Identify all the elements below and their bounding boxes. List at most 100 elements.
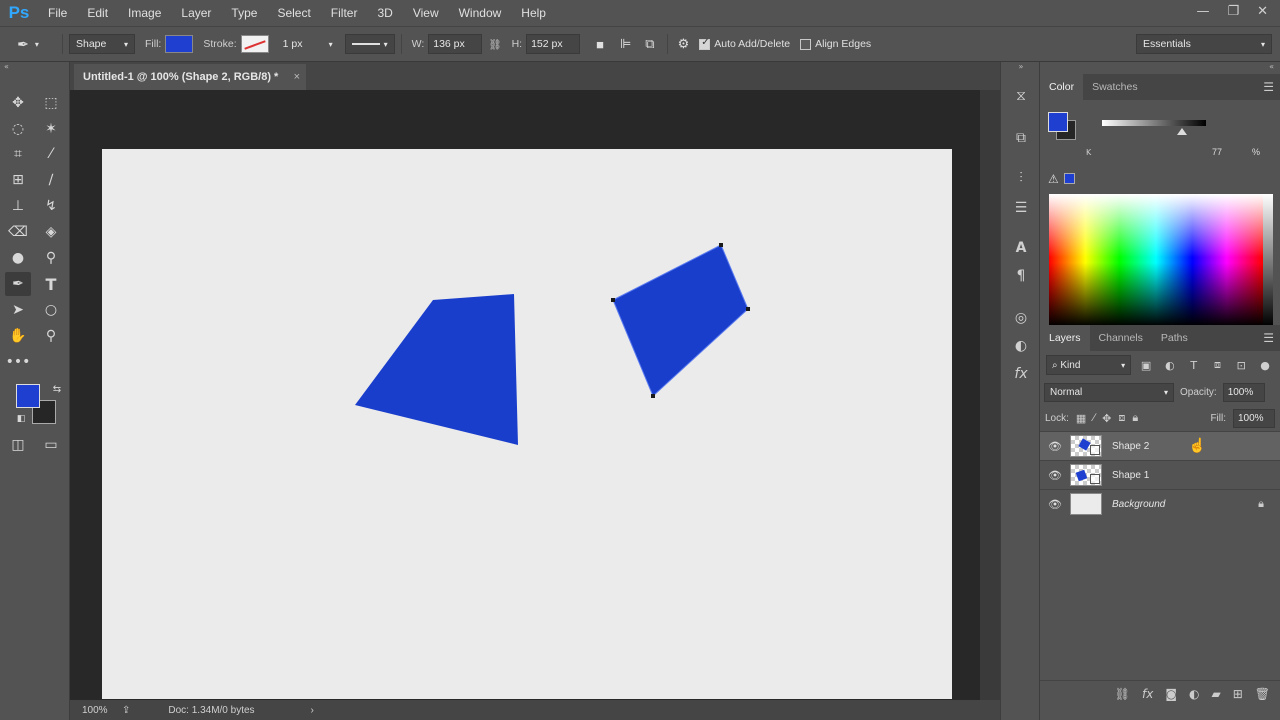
lock-transparent-icon[interactable]: ▦ (1076, 412, 1086, 425)
layer-row-shape-2[interactable]: 👁︎ Shape 2 ☝ (1040, 431, 1280, 460)
eraser-tool-icon[interactable]: ⌫ (5, 220, 31, 244)
pen-tool-icon[interactable]: ✒ (5, 272, 31, 296)
history-icon[interactable]: ⧖ (1009, 84, 1033, 108)
menu-3d[interactable]: 3D (367, 6, 402, 20)
new-adjustment-layer-icon[interactable]: ◐ (1189, 687, 1199, 701)
tab-layers[interactable]: Layers (1040, 325, 1090, 351)
foreground-color[interactable] (16, 384, 40, 408)
canvas[interactable] (102, 149, 952, 699)
brush-presets-icon[interactable]: ⫶ (1009, 166, 1033, 190)
paint-bucket-tool-icon[interactable]: ◈ (38, 220, 64, 244)
document-tab[interactable]: Untitled-1 @ 100% (Shape 2, RGB/8) * × (74, 64, 306, 90)
tab-swatches[interactable]: Swatches (1083, 74, 1147, 100)
hand-tool-icon[interactable]: ✋ (5, 324, 31, 348)
lock-artboard-icon[interactable]: ⧈ (1118, 412, 1125, 425)
healing-brush-tool-icon[interactable]: ⊞ (5, 168, 31, 192)
quick-mask-icon[interactable]: ◫ (5, 433, 31, 457)
link-layers-icon[interactable]: ⛓ (1115, 687, 1130, 701)
k-slider[interactable] (1102, 120, 1206, 126)
align-edges-checkbox[interactable] (800, 38, 812, 50)
gear-icon[interactable]: ⚙ (678, 36, 690, 52)
tab-paths[interactable]: Paths (1152, 325, 1197, 351)
shape-2[interactable] (613, 245, 748, 396)
fx-icon[interactable]: fx (1142, 687, 1153, 701)
path-alignment-icon[interactable]: ⊫ (620, 36, 631, 52)
zoom-tool-icon[interactable]: ⚲ (38, 324, 64, 348)
stroke-swatch[interactable] (240, 35, 269, 53)
link-icon[interactable]: ⛓ (488, 38, 501, 51)
menu-file[interactable]: File (38, 6, 77, 20)
type-filter-icon[interactable]: T (1185, 359, 1203, 372)
close-tab-icon[interactable]: × (294, 71, 300, 83)
brush-tool-icon[interactable]: ∕ (38, 168, 64, 192)
layer-name[interactable]: Shape 1 (1112, 470, 1149, 481)
menu-type[interactable]: Type (221, 6, 267, 20)
stroke-type-dropdown[interactable]: ▾ (344, 34, 395, 54)
menu-window[interactable]: Window (449, 6, 512, 20)
path-selection-tool-icon[interactable]: ➤ (5, 298, 31, 322)
menu-layer[interactable]: Layer (171, 6, 221, 20)
height-input[interactable]: 152 px (526, 34, 581, 54)
tool-mode-dropdown[interactable]: Shape ▾ (69, 34, 135, 54)
paragraph-icon[interactable]: ¶ (1009, 264, 1033, 288)
clone-stamp-tool-icon[interactable]: ⊥ (5, 194, 31, 218)
swap-colors-icon[interactable]: ⇆ (44, 377, 70, 401)
menu-edit[interactable]: Edit (77, 6, 118, 20)
smart-object-filter-icon[interactable]: ⊡ (1232, 359, 1250, 372)
k-value[interactable]: 77 (1212, 147, 1222, 157)
lock-icon[interactable]: 🔒︎ (1258, 498, 1264, 511)
character-icon[interactable]: A (1009, 236, 1033, 260)
kind-filter-dropdown[interactable]: ⌕ Kind ▾ (1046, 355, 1132, 375)
visibility-eye-icon[interactable]: 👁︎ (1040, 498, 1070, 511)
shape-1[interactable] (355, 294, 518, 445)
tab-color[interactable]: Color (1040, 74, 1084, 100)
tab-channels[interactable]: Channels (1090, 325, 1152, 351)
warning-icon[interactable]: ⚠ (1048, 172, 1059, 186)
magic-wand-tool-icon[interactable]: ✶ (38, 117, 64, 141)
properties-icon[interactable]: ⧉ (1009, 126, 1033, 150)
auto-add-delete-checkbox[interactable] (699, 37, 711, 50)
shape-filter-icon[interactable]: ⧈ (1209, 358, 1227, 372)
path-arrangement-icon[interactable]: ⧉ (645, 36, 654, 52)
layer-row-shape-1[interactable]: 👁︎ Shape 1 (1040, 460, 1280, 489)
lock-position-icon[interactable]: ✥ (1102, 412, 1111, 425)
blend-mode-dropdown[interactable]: Normal ▾ (1044, 382, 1174, 402)
web-safe-swatch[interactable] (1064, 173, 1075, 184)
crop-tool-icon[interactable]: ⌗ (5, 142, 31, 166)
fill-swatch[interactable] (165, 35, 194, 53)
marquee-tool-icon[interactable]: ⬚ (38, 91, 64, 115)
fill-input[interactable]: 100% (1233, 408, 1275, 428)
collapse-arrows-icon[interactable]: « (1040, 62, 1280, 74)
move-tool-icon[interactable]: ✥ (5, 91, 31, 115)
history-brush-tool-icon[interactable]: ↯ (38, 194, 64, 218)
collapse-arrows-icon[interactable]: » (1001, 62, 1041, 74)
default-colors-icon[interactable]: ◧ (8, 407, 34, 431)
adjustments-icon[interactable]: ☰ (1009, 196, 1033, 220)
visibility-eye-icon[interactable]: 👁︎ (1040, 440, 1070, 453)
lock-pixels-icon[interactable]: ∕ (1093, 412, 1095, 424)
layer-name[interactable]: Shape 2 (1112, 441, 1149, 452)
status-menu-arrow-icon[interactable]: › (311, 705, 314, 716)
vertical-scrollbar[interactable] (980, 90, 1000, 700)
anchor-point[interactable] (719, 243, 723, 247)
lock-all-icon[interactable]: 🔒︎ (1132, 412, 1138, 425)
restore-icon[interactable]: ❐ (1227, 4, 1239, 19)
anchor-point[interactable] (746, 307, 750, 311)
ellipse-tool-icon[interactable]: ○ (38, 298, 64, 322)
tool-preset-picker[interactable]: ✒ ▾ (0, 36, 56, 53)
pixel-filter-icon[interactable]: ▣ (1137, 359, 1155, 372)
add-mask-icon[interactable]: ◙ (1165, 687, 1177, 701)
collapse-arrows-icon[interactable]: « (0, 62, 69, 74)
layer-row-background[interactable]: 👁︎ Background 🔒︎ (1040, 489, 1280, 518)
fx-icon[interactable]: fx (1009, 362, 1033, 386)
more-tools-icon[interactable]: ••• (5, 350, 31, 374)
layer-name[interactable]: Background (1112, 499, 1165, 510)
close-icon[interactable]: ✕ (1257, 4, 1268, 19)
panel-menu-icon[interactable]: ☰ (1263, 80, 1274, 94)
minimize-icon[interactable]: — (1196, 4, 1209, 19)
menu-view[interactable]: View (403, 6, 449, 20)
dodge-tool-icon[interactable]: ⚲ (38, 246, 64, 270)
menu-select[interactable]: Select (267, 6, 320, 20)
delete-layer-icon[interactable]: 🗑︎ (1255, 687, 1270, 701)
type-tool-icon[interactable]: T (38, 272, 64, 296)
